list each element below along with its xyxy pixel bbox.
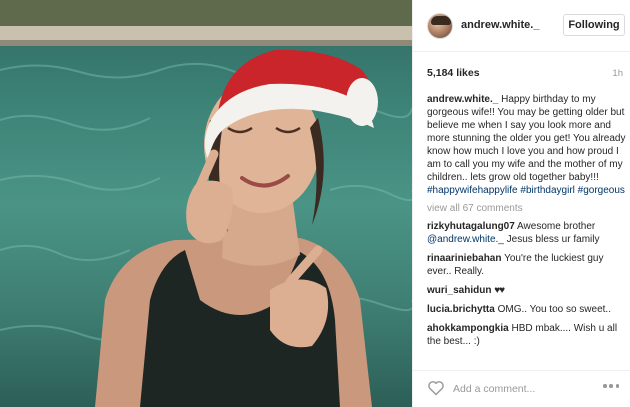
comment-username[interactable]: lucia.brichytta — [427, 304, 495, 315]
hashtag-link[interactable]: #gorgeous — [578, 185, 625, 196]
avatar[interactable] — [427, 13, 453, 39]
comment-text: OMG.. You too so sweet.. — [497, 304, 611, 315]
comment-username[interactable]: rizkyhutagalung07 — [427, 221, 515, 232]
hashtag-link[interactable]: #birthdaygirl — [520, 185, 574, 196]
comment-username[interactable]: ahokkampongkia — [427, 323, 509, 334]
post-sidebar: andrew.white._ Following 5,184 likes 1h … — [412, 0, 630, 407]
comment-username[interactable]: wuri_sahidun — [427, 285, 491, 296]
comment-item: rinaariniebahan You're the luckiest guy … — [427, 252, 627, 278]
view-all-comments-link[interactable]: view all 67 comments — [427, 203, 627, 214]
comments-section: andrew.white._ Happy birthday to my gorg… — [427, 93, 627, 368]
comment-item: wuri_sahidun ♥♥ — [427, 284, 627, 297]
likes-row: 5,184 likes 1h — [427, 67, 623, 81]
comment-mention[interactable]: @andrew.white._ — [427, 234, 504, 245]
caption-text: Happy birthday to my gorgeous wife!! You… — [427, 94, 626, 183]
post-timestamp[interactable]: 1h — [612, 68, 623, 79]
comment-item: ahokkampongkia HBD mbak.... Wish u all t… — [427, 322, 627, 348]
post-username[interactable]: andrew.white._ — [461, 19, 539, 31]
post-header: andrew.white._ Following — [413, 0, 630, 52]
comment-item: rizkyhutagalung07 Awesome brother @andre… — [427, 220, 627, 246]
comment-username[interactable]: rinaariniebahan — [427, 253, 501, 264]
comment-footer — [413, 370, 630, 407]
more-options-icon[interactable] — [603, 384, 619, 390]
caption-username[interactable]: andrew.white._ — [427, 94, 498, 105]
following-button[interactable]: Following — [563, 14, 625, 36]
post-photo[interactable] — [0, 0, 412, 407]
comment-text: Awesome brother — [517, 221, 596, 232]
comment-text: ♥♥ — [494, 285, 505, 296]
likes-count[interactable]: 5,184 likes — [427, 67, 480, 79]
comment-text: Jesus bless ur family — [506, 234, 600, 245]
post-caption: andrew.white._ Happy birthday to my gorg… — [427, 93, 627, 197]
heart-outline-icon[interactable] — [427, 380, 445, 396]
comment-item: lucia.brichytta OMG.. You too so sweet.. — [427, 303, 627, 316]
add-comment-input[interactable] — [453, 381, 593, 397]
photo-illustration — [0, 0, 412, 407]
hashtag-link[interactable]: #happywifehappylife — [427, 185, 518, 196]
